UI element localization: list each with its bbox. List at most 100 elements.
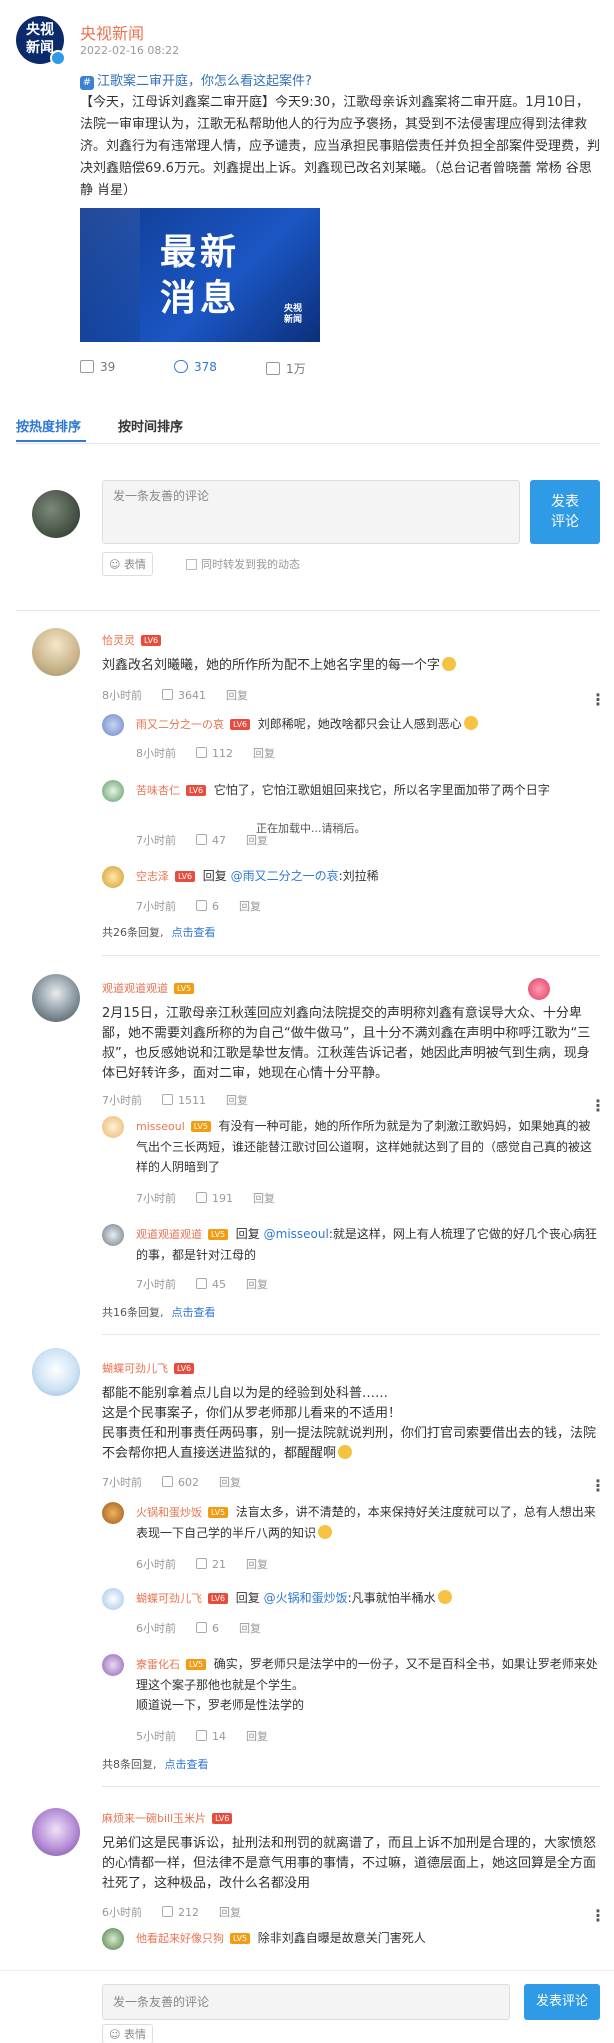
reply-avatar[interactable] — [102, 1224, 124, 1246]
comment-text: 都能不能别拿着点儿自以为是的经验到处科普…… 这是个民事案子，你们从罗老师那儿看… — [102, 1386, 597, 1461]
reply-meta: 7小时前 6 回复 — [136, 900, 261, 913]
comment-avatar[interactable] — [32, 974, 80, 1022]
comment-like[interactable]: 602 — [162, 1476, 199, 1489]
reply-text: 寮雷化石 LV5 确实，罗老师只是法学中的一份子，又不是百科全书，如果让罗老师来处… — [136, 1657, 598, 1712]
reply-avatar[interactable] — [102, 1502, 124, 1524]
reply-avatar[interactable] — [102, 866, 124, 888]
thumb-up-icon — [196, 1278, 207, 1289]
comment-username[interactable]: 观道观道观道 LV5 — [102, 980, 195, 996]
reply-like[interactable]: 6 — [196, 1622, 219, 1635]
view-replies-link[interactable]: 点击查看 — [165, 1758, 209, 1771]
comment-avatar[interactable] — [32, 1348, 80, 1396]
comment-like[interactable]: 1511 — [162, 1094, 206, 1107]
comment-meta: 7小时前 1511 回复 — [102, 1094, 248, 1107]
divider — [16, 610, 600, 611]
comment-like[interactable]: 3641 — [162, 689, 206, 702]
post-actions: 39 378 1万 — [80, 360, 380, 380]
reply-button[interactable]: 回复 — [219, 1906, 241, 1919]
reply-avatar[interactable] — [102, 1116, 124, 1138]
reply-meta: 7小时前 45 回复 — [136, 1278, 268, 1291]
reply-count: 共26条回复, 点击查看 — [102, 926, 216, 939]
decoration-badge-icon — [528, 978, 550, 1000]
comment-button[interactable]: 378 — [174, 360, 217, 374]
reply-avatar[interactable] — [102, 1588, 124, 1610]
reply-button[interactable]: 回复 — [239, 900, 261, 913]
tab-indicator — [16, 440, 86, 442]
reply-meta: 6小时前 6 回复 — [136, 1622, 261, 1635]
bottom-comment-input[interactable]: 发一条友善的评论 — [102, 1984, 510, 2020]
share-button[interactable]: 39 — [80, 360, 115, 374]
topic-link[interactable]: # 江歌案二审开庭，你怎么看这起案件? — [80, 70, 312, 90]
like-button[interactable]: 1万 — [266, 360, 306, 377]
thumb-up-icon — [162, 1476, 173, 1487]
comment-input[interactable]: 发一条友善的评论 — [102, 480, 520, 544]
reply-text: 雨又二分之一の哀 LV6 刘郎稀呢，她改啥都只会让人感到恶心 — [136, 714, 600, 735]
reply-button[interactable]: 回复 — [253, 1192, 275, 1205]
reply-text: 他看起来好像只狗 LV5 除非刘鑫自曝是故意关门害死人 — [136, 1931, 426, 1945]
reply-button[interactable]: 回复 — [246, 1558, 268, 1571]
reply-avatar[interactable] — [102, 1928, 124, 1950]
more-options-icon[interactable]: ⋮ — [590, 690, 606, 709]
view-replies-link[interactable]: 点击查看 — [172, 926, 216, 939]
checkbox-icon — [186, 559, 197, 570]
comment-meta: 8小时前 3641 回复 — [102, 689, 248, 702]
reply-text: 火锅和蛋炒饭 LV5 法盲太多，讲不清楚的，本来保持好关注度就可以了，总有人想出来… — [136, 1505, 596, 1540]
reply-button[interactable]: 回复 — [246, 1730, 268, 1743]
divider — [102, 955, 600, 956]
thumb-up-icon — [196, 1730, 207, 1741]
post-date: 2022-02-16 08:22 — [80, 44, 180, 57]
send-comment-button[interactable]: 发表 评论 — [530, 480, 600, 544]
reply-avatar[interactable] — [102, 1654, 124, 1676]
thumb-up-icon — [196, 747, 207, 758]
comment-icon — [174, 360, 188, 373]
bottom-emoji-button[interactable]: ☺ 表情 — [102, 2024, 153, 2043]
reply-button[interactable]: 回复 — [246, 1278, 268, 1291]
emoji-button[interactable]: ☺ 表情 — [102, 552, 153, 576]
more-options-icon[interactable]: ⋮ — [590, 1096, 606, 1115]
reply-like[interactable]: 191 — [196, 1192, 233, 1205]
reply-button[interactable]: 回复 — [239, 1622, 261, 1635]
reply-like[interactable]: 45 — [196, 1278, 226, 1291]
topic-hash-icon: # — [80, 76, 94, 90]
also-post-checkbox[interactable]: 同时转发到我的动态 — [186, 556, 300, 572]
comment-username[interactable]: 蝴蝶可劲儿飞 LV6 — [102, 1360, 195, 1376]
comment-avatar[interactable] — [32, 628, 80, 676]
reply-like[interactable]: 6 — [196, 900, 219, 913]
reply-avatar[interactable] — [102, 780, 124, 802]
reply-text: 苦味杏仁 LV6 它怕了，它怕江歌姐姐回来找它，所以名字里面加带了两个日字 — [136, 783, 550, 797]
reply-avatar[interactable] — [102, 714, 124, 736]
reply-meta: 5小时前 14 回复 — [136, 1730, 268, 1743]
view-replies-link[interactable]: 点击查看 — [172, 1306, 216, 1319]
bottom-send-button[interactable]: 发表评论 — [524, 1984, 600, 2020]
image-headline: 最新 消息 — [160, 232, 241, 319]
comment-username[interactable]: 恰灵灵 LV6 — [102, 632, 162, 648]
comment-text: 2月15日，江歌母亲江秋莲回应刘鑫向法院提交的声明称刘鑫有意误导大众、十分卑鄙，… — [102, 1006, 591, 1081]
comment-username[interactable]: 麻烦来一碗bill玉米片 LV6 — [102, 1810, 233, 1826]
more-options-icon[interactable]: ⋮ — [590, 1476, 606, 1495]
reply-text: misseoul LV5 有没有一种可能，她的所作所为就是为了刺激江歌妈妈，如果她… — [136, 1119, 593, 1174]
author-name[interactable]: 央视新闻 — [80, 20, 144, 44]
more-options-icon[interactable]: ⋮ — [590, 1906, 606, 1925]
reply-like[interactable]: 112 — [196, 747, 233, 760]
reply-button[interactable]: 回复 — [226, 689, 248, 702]
thumb-up-icon — [196, 1622, 207, 1633]
divider — [102, 1334, 600, 1335]
image-logo: 央视 新闻 — [284, 304, 303, 325]
thumb-up-icon — [162, 1094, 173, 1105]
reply-button[interactable]: 回复 — [253, 747, 275, 760]
reply-button[interactable]: 回复 — [226, 1094, 248, 1107]
comment-avatar[interactable] — [32, 1808, 80, 1856]
comment-like[interactable]: 212 — [162, 1906, 199, 1919]
reply-text: 空志泽 LV6 回复 @雨又二分之一の哀:刘拉稀 — [136, 869, 379, 883]
post-image[interactable]: 最新 消息 央视 新闻 — [80, 208, 320, 342]
reply-like[interactable]: 21 — [196, 1558, 226, 1571]
reply-button[interactable]: 回复 — [219, 1476, 241, 1489]
tab-time[interactable]: 按时间排序 — [118, 416, 183, 435]
tab-hot[interactable]: 按热度排序 — [16, 416, 81, 435]
thumb-up-icon — [196, 1558, 207, 1569]
emoji-icon — [437, 1590, 452, 1604]
reply-like[interactable]: 47 — [196, 834, 226, 847]
author-avatar[interactable]: 央视 新闻 — [16, 16, 66, 66]
reply-count: 共8条回复, 点击查看 — [102, 1758, 209, 1771]
reply-like[interactable]: 14 — [196, 1730, 226, 1743]
